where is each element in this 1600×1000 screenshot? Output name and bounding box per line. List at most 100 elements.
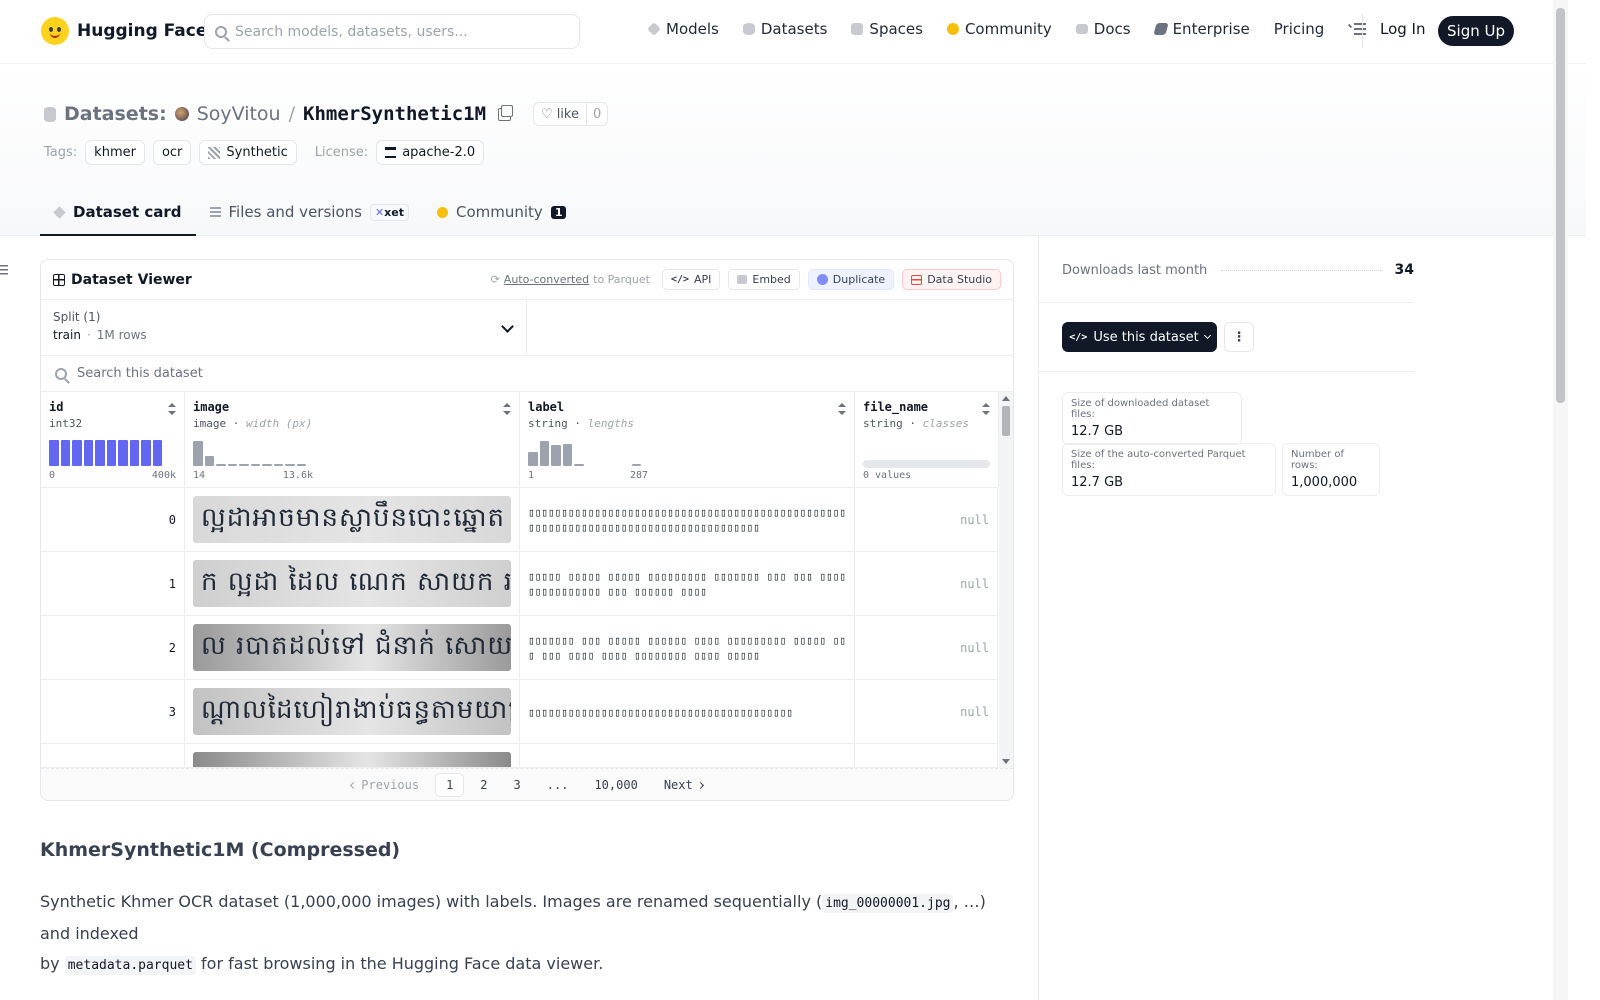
- auto-converted-link[interactable]: Auto-converted: [504, 273, 589, 286]
- table-row[interactable]: [41, 744, 999, 768]
- more-menu-icon[interactable]: [1348, 23, 1367, 35]
- embed-button[interactable]: Embed: [728, 269, 800, 290]
- datasets-prefix[interactable]: Datasets:: [64, 103, 167, 125]
- column-header-image[interactable]: image image · width (px) 14 13.6k: [185, 392, 520, 488]
- histogram-bar[interactable]: [262, 464, 272, 466]
- column-header-label[interactable]: label string · lengths 1 287: [520, 392, 855, 488]
- table-row[interactable]: 3 ណ្តាលដៃហៀរាងាប់ធន្ធតាមយាត្រា២ ▯▯▯▯▯▯▯▯…: [41, 680, 999, 744]
- duplicate-button[interactable]: Duplicate: [807, 269, 895, 290]
- scroll-down-icon[interactable]: [1002, 759, 1010, 764]
- like-count[interactable]: 0: [587, 103, 607, 125]
- histogram-bar[interactable]: [95, 440, 105, 466]
- histogram-bar[interactable]: [129, 440, 139, 466]
- tag-synthetic[interactable]: Synthetic: [199, 140, 297, 165]
- histogram-bar[interactable]: [574, 464, 584, 466]
- page-scroll-thumb[interactable]: [1556, 8, 1565, 403]
- nav-enterprise[interactable]: Enterprise: [1152, 20, 1250, 38]
- dataset-name[interactable]: KhmerSynthetic1M: [303, 103, 486, 125]
- histogram-bar[interactable]: [72, 440, 82, 466]
- histogram-bar[interactable]: [551, 445, 561, 466]
- histogram-bar[interactable]: [631, 464, 641, 466]
- nav-datasets[interactable]: Datasets: [742, 20, 827, 38]
- histogram-bar[interactable]: [250, 464, 260, 466]
- brand-link[interactable]: Hugging Face: [41, 17, 207, 45]
- table-row[interactable]: 1 ក ល្អដា ដៃល ណេក សាយក រង្វង ▯▯▯▯▯ ▯▯▯▯▯…: [41, 552, 999, 616]
- histogram-bar[interactable]: [152, 440, 162, 466]
- sort-icon[interactable]: [838, 403, 846, 415]
- tab-files-and-versions[interactable]: Files and versions ✕xet: [196, 190, 423, 234]
- dataset-search[interactable]: [41, 356, 1013, 392]
- histogram-bar[interactable]: [562, 444, 572, 466]
- api-button[interactable]: </> API: [661, 269, 721, 290]
- sort-icon[interactable]: [168, 403, 176, 415]
- tab-dataset-card-label: Dataset card: [73, 203, 182, 221]
- histogram-bar[interactable]: [296, 464, 306, 466]
- chevron-left-icon: [350, 781, 358, 790]
- signup-button[interactable]: Sign Up: [1438, 16, 1514, 46]
- login-button[interactable]: Log In: [1380, 20, 1426, 38]
- tab-community[interactable]: Community 1: [423, 190, 580, 234]
- histogram-bar[interactable]: [273, 464, 283, 466]
- nav-pricing[interactable]: Pricing: [1274, 20, 1325, 38]
- histogram-bar[interactable]: [60, 440, 70, 466]
- scroll-up-icon[interactable]: [1002, 396, 1010, 401]
- more-options-button[interactable]: ⋮: [1224, 322, 1254, 352]
- row-image[interactable]: ណ្តាលដៃហៀរាងាប់ធន្ធតាមយាត្រា២: [193, 688, 511, 735]
- page-2-button[interactable]: 2: [470, 774, 497, 796]
- page-scrollbar[interactable]: [1553, 0, 1568, 1000]
- table-row[interactable]: 2 ល របាតដល់ទៅ ជំនាក់ សោយ ▯▯▯▯▯▯▯ ▯▯▯ ▯▯▯…: [41, 616, 999, 680]
- tag-khmer[interactable]: khmer: [85, 140, 145, 165]
- column-header-id[interactable]: id int32 0 400k: [41, 392, 185, 488]
- previous-page-button[interactable]: Previous: [336, 774, 429, 796]
- cell-image[interactable]: ល របាតដល់ទៅ ជំនាក់ សោយ: [185, 616, 520, 680]
- row-image[interactable]: ក ល្អដា ដៃល ណេក សាយក រង្វង: [193, 560, 511, 607]
- histogram-bar[interactable]: [106, 440, 116, 466]
- sort-icon[interactable]: [982, 403, 990, 415]
- dataset-search-input[interactable]: [77, 366, 877, 381]
- cell-image[interactable]: ណ្តាលដៃហៀរាងាប់ធន្ធតាមយាត្រា២: [185, 680, 520, 744]
- histogram-bar[interactable]: [204, 456, 214, 466]
- histogram-bar[interactable]: [528, 452, 538, 466]
- split-select[interactable]: Split (1) train · 1M rows: [41, 300, 527, 355]
- histogram-bar[interactable]: [216, 464, 226, 466]
- page-3-button[interactable]: 3: [504, 774, 531, 796]
- row-image[interactable]: ល របាតដល់ទៅ ជំនាក់ សោយ: [193, 624, 511, 671]
- histogram-bar[interactable]: [118, 440, 128, 466]
- row-image[interactable]: ល្អដាអាចមានស្លាបឹនបោះឆ្នោត: [193, 496, 511, 543]
- license-tag[interactable]: apache-2.0: [376, 140, 485, 165]
- histogram-bar[interactable]: [83, 440, 93, 466]
- next-page-button[interactable]: Next: [654, 774, 718, 796]
- histogram-bar[interactable]: [239, 464, 249, 466]
- histogram-bar[interactable]: [49, 440, 59, 466]
- cell-image[interactable]: [185, 744, 520, 767]
- row-image[interactable]: [193, 752, 511, 767]
- histogram-bar[interactable]: [193, 441, 203, 466]
- sidebar-toggle-icon[interactable]: [0, 265, 8, 275]
- copy-icon[interactable]: [498, 104, 514, 121]
- global-search-input[interactable]: [235, 23, 555, 40]
- cell-image[interactable]: ក ល្អដា ដៃល ណេក សាយក រង្វង: [185, 552, 520, 616]
- tag-ocr[interactable]: ocr: [152, 140, 192, 165]
- last-page-button[interactable]: 10,000: [584, 774, 647, 796]
- grid-scrollbar[interactable]: [999, 392, 1013, 768]
- nav-models[interactable]: Models: [647, 20, 719, 38]
- tab-dataset-card[interactable]: Dataset card: [40, 190, 196, 236]
- cell-image[interactable]: ល្អដាអាចមានស្លាបឹនបោះឆ្នោត: [185, 488, 520, 552]
- histogram-bar[interactable]: [285, 464, 295, 466]
- histogram-bar[interactable]: [227, 464, 237, 466]
- use-this-dataset-button[interactable]: </> Use this dataset: [1062, 322, 1217, 352]
- sort-icon[interactable]: [503, 403, 511, 415]
- table-row[interactable]: 0 ល្អដាអាចមានស្លាបឹនបោះឆ្នោត ▯▯▯▯▯▯▯▯▯▯▯…: [41, 488, 999, 552]
- nav-docs[interactable]: Docs: [1075, 20, 1131, 38]
- column-header-file-name[interactable]: file_name string · classes 0 values: [855, 392, 999, 488]
- global-search[interactable]: [204, 14, 580, 49]
- owner-link[interactable]: SoyVitou: [197, 103, 281, 125]
- data-studio-button[interactable]: Data Studio: [902, 269, 1001, 290]
- page-1-button[interactable]: 1: [435, 773, 465, 797]
- nav-spaces[interactable]: Spaces: [851, 20, 923, 38]
- like-button[interactable]: ♡ like: [534, 103, 587, 125]
- scroll-thumb[interactable]: [1002, 406, 1010, 436]
- nav-community[interactable]: Community: [946, 20, 1052, 38]
- histogram-bar[interactable]: [539, 441, 549, 466]
- histogram-bar[interactable]: [141, 440, 151, 466]
